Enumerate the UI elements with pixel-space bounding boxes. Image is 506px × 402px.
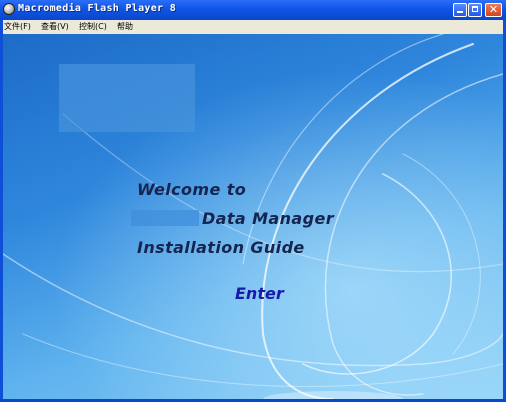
welcome-line-2: Data Manager [202, 209, 334, 228]
flash-player-window: Macromedia Flash Player 8 ✕ 文件(F) 查看(V) … [0, 0, 506, 402]
flash-player-icon [3, 3, 15, 15]
close-icon: ✕ [488, 3, 499, 16]
menu-help[interactable]: 帮助 [117, 21, 133, 33]
flash-stage: Welcome to Data Manager Installation Gui… [3, 34, 503, 399]
minimize-button[interactable] [453, 3, 467, 17]
window-title: Macromedia Flash Player 8 [18, 3, 177, 14]
menu-view[interactable]: 查看(V) [41, 21, 69, 33]
title-bar[interactable]: Macromedia Flash Player 8 ✕ [0, 0, 506, 20]
close-button[interactable]: ✕ [485, 3, 502, 17]
menu-control[interactable]: 控制(C) [79, 21, 107, 33]
menu-file[interactable]: 文件(F) [4, 21, 31, 33]
welcome-line-3: Installation Guide [137, 238, 305, 257]
menu-bar: 文件(F) 查看(V) 控制(C) 帮助 [3, 20, 503, 34]
welcome-line-1: Welcome to [137, 180, 247, 199]
product-name-placeholder [131, 210, 199, 226]
enter-button[interactable]: Enter [235, 284, 284, 303]
maximize-button[interactable] [468, 3, 482, 17]
logo-placeholder [59, 64, 195, 132]
